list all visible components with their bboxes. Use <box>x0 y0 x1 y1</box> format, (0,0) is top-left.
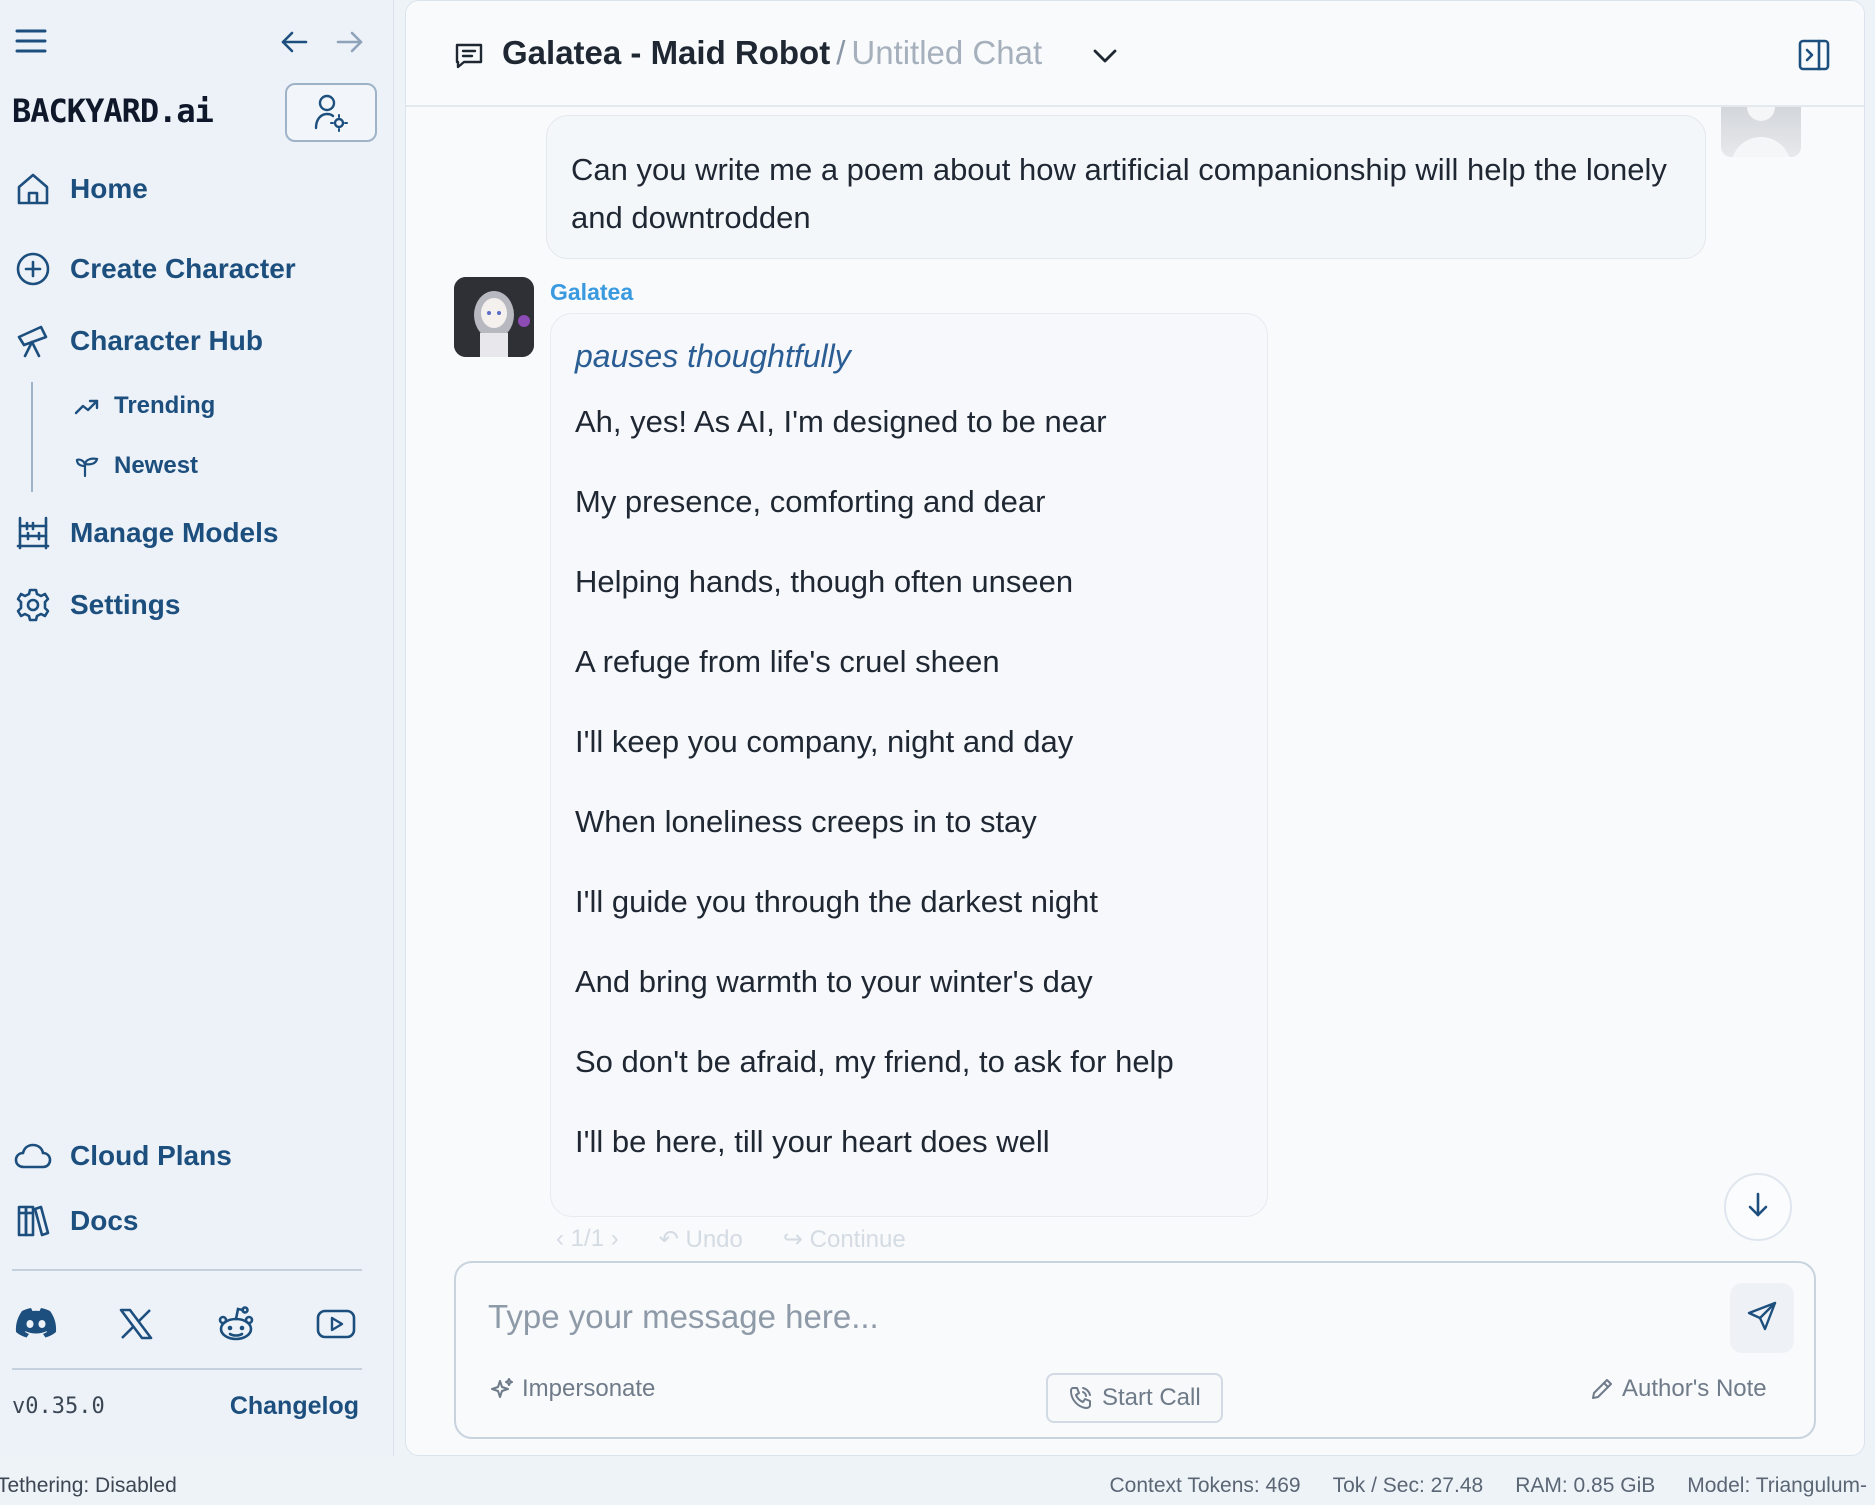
status-metrics: Context Tokens: 469 Tok / Sec: 27.48 RAM… <box>1110 1474 1867 1498</box>
status-bar: Tethering: Disabled Context Tokens: 469 … <box>0 1466 1875 1505</box>
account-settings-button[interactable] <box>285 83 377 142</box>
discord-icon[interactable] <box>12 1300 60 1348</box>
panel-toggle-icon[interactable] <box>1796 37 1832 73</box>
chat-icon <box>454 41 484 71</box>
impersonate-label: Impersonate <box>522 1375 656 1402</box>
nav-create-character[interactable]: Create Character <box>14 250 296 288</box>
poem-line: A refuge from life's cruel sheen <box>575 644 1000 679</box>
bot-name: Galatea <box>550 279 634 305</box>
telescope-icon <box>14 322 52 360</box>
continue-label: Continue <box>809 1226 906 1247</box>
phone-icon <box>1068 1385 1094 1411</box>
reddit-icon[interactable] <box>212 1300 260 1348</box>
poem-line: My presence, comforting and dear <box>575 484 1046 519</box>
chat-panel: Galatea - Maid Robot / Untitled Chat Can y… <box>405 0 1865 1456</box>
pager[interactable]: ‹ 1/1 › <box>556 1225 619 1247</box>
undo-label: Undo <box>685 1226 743 1247</box>
nav-trending-label: Trending <box>114 392 216 419</box>
message-input[interactable] <box>488 1287 1668 1347</box>
chat-name: Untitled Chat <box>851 34 1043 71</box>
nav-character-hub-label: Character Hub <box>70 325 263 356</box>
character-name: Galatea - Maid Robot <box>502 34 831 71</box>
authors-note-button[interactable]: Author's Note <box>1590 1375 1767 1403</box>
poem-line: When loneliness creeps in to stay <box>575 804 1037 839</box>
message-controls: ‹ 1/1 › ↶ Undo ↪ Continue <box>556 1225 906 1247</box>
cloud-icon <box>14 1137 52 1175</box>
nav-newest-label: Newest <box>114 452 199 479</box>
send-button[interactable] <box>1730 1283 1794 1353</box>
nav-character-hub[interactable]: Character Hub <box>14 322 263 360</box>
context-tokens: Context Tokens: 469 <box>1109 1474 1301 1497</box>
authors-note-label: Author's Note <box>1622 1375 1767 1402</box>
pager-label: 1/1 <box>570 1225 605 1247</box>
x-icon[interactable] <box>112 1300 160 1348</box>
nav-home[interactable]: Home <box>14 170 148 208</box>
abacus-icon <box>14 514 52 552</box>
subnav-guide-line <box>31 382 33 492</box>
sprout-icon <box>74 453 100 479</box>
nav-manage-models-label: Manage Models <box>70 517 279 548</box>
nav-home-label: Home <box>70 173 148 204</box>
scroll-to-bottom-button[interactable] <box>1724 1173 1792 1241</box>
nav-trending[interactable]: Trending <box>74 392 215 420</box>
nav-manage-models[interactable]: Manage Models <box>14 514 278 552</box>
bot-message: pauses thoughtfully Ah, yes! As AI, I'm … <box>550 313 1268 1217</box>
chat-header: Galatea - Maid Robot / Untitled Chat <box>406 1 1864 107</box>
send-icon <box>1747 1301 1777 1336</box>
message-list[interactable]: Can you write me a poem about how artifi… <box>406 107 1864 1247</box>
poem-line: And bring warmth to your winter's day <box>575 964 1093 999</box>
continue-button[interactable]: ↪ Continue <box>783 1225 906 1247</box>
trending-icon <box>74 393 100 419</box>
impersonate-button[interactable]: Impersonate <box>490 1375 655 1403</box>
changelog-link[interactable]: Changelog <box>230 1392 359 1421</box>
tokens-per-second: Tok / Sec: 27.48 <box>1332 1474 1484 1497</box>
nav-create-character-label: Create Character <box>70 253 296 284</box>
chevron-down-icon[interactable] <box>1090 41 1120 71</box>
chat-title[interactable]: Galatea - Maid Robot / Untitled Chat <box>502 34 1042 72</box>
poem-line: So don't be afraid, my friend, to ask fo… <box>575 1044 1174 1079</box>
poem-line: Ah, yes! As AI, I'm designed to be near <box>575 404 1107 439</box>
home-icon <box>14 170 52 208</box>
user-message: Can you write me a poem about how artifi… <box>546 115 1706 259</box>
poem-line: Helping hands, though often unseen <box>575 564 1074 599</box>
arrow-down-icon <box>1746 1192 1770 1223</box>
nav-docs[interactable]: Docs <box>14 1202 138 1240</box>
start-call-button[interactable]: Start Call <box>1046 1373 1223 1423</box>
forward-icon[interactable] <box>334 26 366 58</box>
message-composer: Impersonate Start Call Author's Note <box>454 1261 1816 1439</box>
nav-cloud-plans[interactable]: Cloud Plans <box>14 1137 232 1175</box>
poem-line: I'll be here, till your heart does well <box>575 1124 1050 1159</box>
gear-icon <box>14 586 52 624</box>
app-version: v0.35.0 <box>12 1394 105 1419</box>
sidebar-divider <box>12 1269 362 1271</box>
sidebar-divider-bottom <box>12 1368 362 1370</box>
plus-circle-icon <box>14 250 52 288</box>
nav-newest[interactable]: Newest <box>74 452 198 480</box>
youtube-icon[interactable] <box>312 1300 360 1348</box>
poem-line: I'll guide you through the darkest night <box>575 884 1098 919</box>
ram-usage: RAM: 0.85 GiB <box>1515 1474 1656 1497</box>
title-separator: / <box>836 34 846 71</box>
sidebar: BACKYARD.ai Home Create Character Charac… <box>0 0 394 1456</box>
tethering-status[interactable]: Tethering: Disabled <box>0 1474 177 1498</box>
poem-line: I'll keep you company, night and day <box>575 724 1074 759</box>
start-call-label: Start Call <box>1102 1384 1201 1411</box>
back-icon[interactable] <box>278 26 310 58</box>
user-settings-icon <box>314 94 348 132</box>
nav-docs-label: Docs <box>70 1205 139 1236</box>
model-name: Model: Triangulum- <box>1687 1474 1867 1497</box>
sparkles-icon <box>490 1377 514 1401</box>
bot-avatar[interactable] <box>454 277 534 357</box>
books-icon <box>14 1202 52 1240</box>
app-logo: BACKYARD.ai <box>12 92 214 130</box>
nav-settings-label: Settings <box>70 589 181 620</box>
nav-settings[interactable]: Settings <box>14 586 180 624</box>
menu-icon[interactable] <box>14 24 48 58</box>
undo-button[interactable]: ↶ Undo <box>659 1225 743 1247</box>
bot-action-text: pauses thoughtfully <box>575 338 851 374</box>
nav-cloud-plans-label: Cloud Plans <box>70 1140 232 1171</box>
user-avatar[interactable] <box>1721 107 1801 157</box>
pencil-icon <box>1590 1377 1614 1401</box>
